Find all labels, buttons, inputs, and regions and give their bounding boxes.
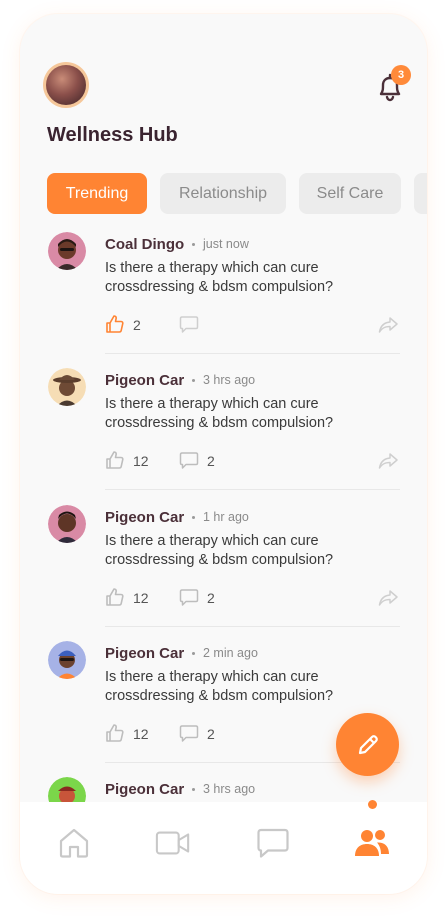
bottom-nav [20,800,427,894]
video-icon [155,831,190,855]
avatar [48,777,86,802]
comment-bubble-icon[interactable] [179,724,199,743]
comment-count: 2 [207,590,215,606]
app-screen: 3 Wellness Hub Trending Relationship Sel… [20,14,427,894]
page-title: Wellness Hub [47,124,178,146]
like-count: 12 [133,726,149,742]
pencil-icon [358,734,378,754]
post-card[interactable]: Coal Dingo just now Is there a therapy w… [20,232,427,369]
post-card[interactable]: Pigeon Car 3 hrs ago Is there a therapy … [20,368,427,505]
nav-community[interactable] [354,825,390,861]
divider [105,353,400,354]
thumbs-up-icon[interactable] [105,314,125,334]
comment-bubble-icon[interactable] [179,588,199,607]
comment-count: 2 [207,726,215,742]
like-count: 2 [133,317,141,333]
avatar [48,232,86,270]
notification-badge: 3 [391,65,411,85]
post-time: 1 hr ago [203,510,249,524]
like-count: 12 [133,453,149,469]
nav-chat[interactable] [255,825,291,861]
avatar [48,505,86,543]
thumbs-up-icon[interactable] [105,587,125,607]
category-tabs: Trending Relationship Self Care [47,173,427,214]
chat-icon [257,828,289,858]
divider [105,626,400,627]
divider [105,489,400,490]
thumbs-up-icon[interactable] [105,723,125,743]
separator-dot [192,516,195,519]
tab-relationship[interactable]: Relationship [160,173,286,214]
post-time: 3 hrs ago [203,373,256,387]
compose-button[interactable] [336,713,399,776]
post-author[interactable]: Pigeon Car [105,645,184,662]
nav-video[interactable] [155,825,191,861]
post-card[interactable]: Pigeon Car 1 hr ago Is there a therapy w… [20,505,427,642]
home-icon [59,828,89,858]
separator-dot [192,243,195,246]
share-arrow-icon[interactable] [378,589,398,607]
separator-dot [192,379,195,382]
separator-dot [192,788,195,791]
post-text: Is there a therapy which can cure crossd… [105,533,334,568]
post-time: 3 hrs ago [203,782,256,796]
post-card[interactable]: Pigeon Car 3 hrs ago [20,777,427,802]
tab-trending[interactable]: Trending [47,173,147,214]
nav-home[interactable] [56,825,92,861]
comment-bubble-icon[interactable] [179,315,199,334]
post-time: 2 min ago [203,646,258,660]
thumbs-up-icon[interactable] [105,450,125,470]
post-time: just now [203,237,249,251]
post-author[interactable]: Pigeon Car [105,372,184,389]
community-icon [355,830,389,856]
tab-more[interactable] [414,173,427,214]
comment-count: 2 [207,453,215,469]
tab-self-care[interactable]: Self Care [299,173,401,214]
post-text: Is there a therapy which can cure crossd… [105,396,334,431]
avatar [48,368,86,406]
share-arrow-icon[interactable] [378,316,398,334]
post-author[interactable]: Coal Dingo [105,236,184,253]
post-text: Is there a therapy which can cure crossd… [105,669,334,704]
profile-avatar[interactable] [43,62,89,108]
share-arrow-icon[interactable] [378,452,398,470]
avatar [48,641,86,679]
post-author[interactable]: Pigeon Car [105,781,184,798]
post-text: Is there a therapy which can cure crossd… [105,260,334,295]
separator-dot [192,652,195,655]
active-indicator [368,800,377,809]
comment-bubble-icon[interactable] [179,451,199,470]
post-author[interactable]: Pigeon Car [105,509,184,526]
like-count: 12 [133,590,149,606]
